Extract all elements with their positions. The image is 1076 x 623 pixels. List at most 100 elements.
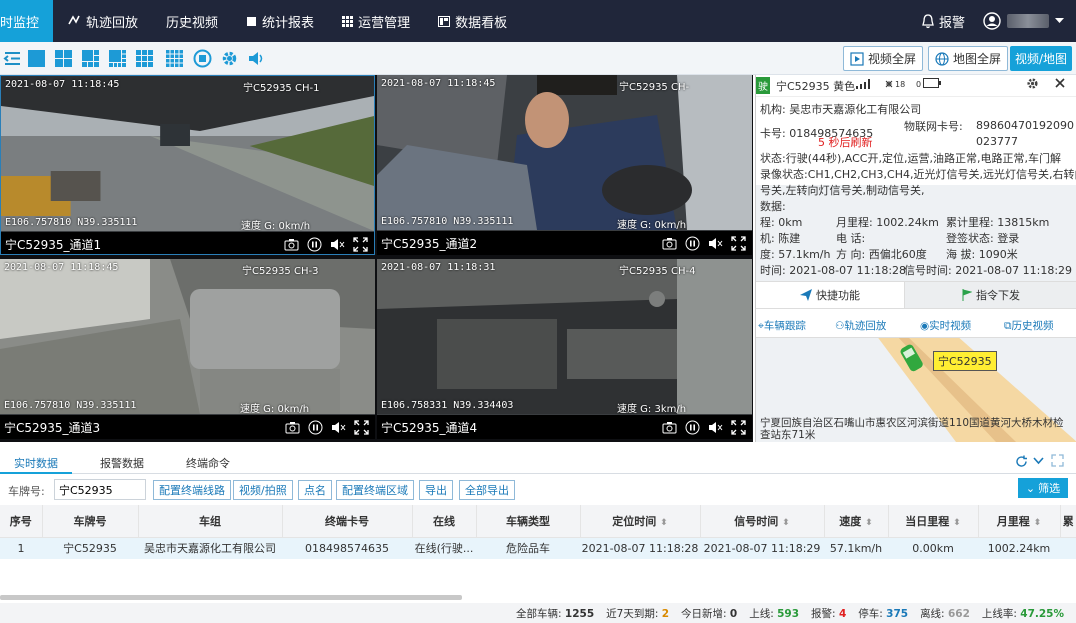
history-video-icon: ⧉ bbox=[1004, 320, 1012, 332]
month-value: 1002.24km bbox=[876, 216, 939, 229]
nav-statistics[interactable]: 统计报表 bbox=[232, 0, 328, 42]
close-icon[interactable] bbox=[1054, 77, 1066, 89]
config-area-button[interactable]: 配置终端区域 bbox=[336, 480, 414, 500]
layout-8-icon[interactable] bbox=[108, 49, 127, 68]
mute-icon[interactable] bbox=[331, 420, 346, 435]
tab-realtime-data[interactable]: 实时数据 bbox=[14, 455, 58, 471]
iot-label: 物联网卡号: bbox=[904, 120, 963, 133]
video-tile-3[interactable]: 2021-08-07 11:18:45 宁C52935 CH-3 E106.75… bbox=[0, 259, 375, 439]
link-realtime-label: 实时视频 bbox=[929, 320, 972, 332]
status-row: 状态:行驶(44秒),ACC开,定位,运营,油路正常,电路正常,车门解 bbox=[760, 150, 1061, 166]
video-tile-2[interactable]: 2021-08-07 11:18:45 宁C52935 CH- E106.757… bbox=[377, 75, 752, 255]
expand-icon[interactable] bbox=[1051, 454, 1064, 467]
col-total: 累 bbox=[1060, 505, 1076, 538]
stat-new: 今日新增: 0 bbox=[681, 606, 737, 621]
sort-icon: ⬍ bbox=[782, 517, 790, 528]
video-snapshot-button[interactable]: 视频/拍照 bbox=[233, 480, 293, 500]
col-day-mileage[interactable]: 当日里程 ⬍ bbox=[888, 505, 979, 538]
col-online: 在线 bbox=[412, 505, 477, 538]
channel-name: 宁C52935_通道4 bbox=[381, 420, 478, 435]
tab-quick-functions[interactable]: 快捷功能 bbox=[756, 281, 904, 308]
snapshot-icon[interactable] bbox=[662, 420, 677, 435]
tab-alarm-data[interactable]: 报警数据 bbox=[100, 455, 144, 471]
collapse-list-icon[interactable] bbox=[3, 49, 22, 68]
link-track[interactable]: ⌖车辆跟踪 bbox=[758, 318, 806, 333]
pause-icon[interactable] bbox=[685, 420, 700, 435]
login-value: 登录 bbox=[997, 232, 1020, 245]
pause-icon[interactable] bbox=[307, 237, 322, 252]
channel-overlay: 宁C52935 CH-4 bbox=[619, 266, 696, 277]
nav-operations[interactable]: 运营管理 bbox=[328, 0, 424, 42]
roll-call-button[interactable]: 点名 bbox=[298, 480, 332, 500]
col-month-mileage[interactable]: 月里程 ⬍ bbox=[978, 505, 1061, 538]
link-realtime[interactable]: ◉实时视频 bbox=[920, 318, 971, 333]
data-panel: 实时数据 报警数据 终端命令 车牌号: 配置终端线路 视频/拍照 点名 配置终端… bbox=[0, 450, 1076, 623]
filter-button[interactable]: ⌄ 筛选 bbox=[1018, 478, 1068, 498]
gear-icon[interactable] bbox=[220, 49, 239, 68]
total-value: 13815km bbox=[997, 216, 1050, 229]
fullscreen-icon[interactable] bbox=[353, 236, 368, 252]
config-route-button[interactable]: 配置终端线路 bbox=[153, 480, 231, 500]
link-playback[interactable]: ⚇轨迹回放 bbox=[835, 318, 886, 333]
flag-icon bbox=[962, 289, 972, 301]
vehicle-info-panel: 驶 宁C52935 黄色 18 0 机构: 吴忠市天嘉源化工有限公司 卡号: 0… bbox=[755, 75, 1076, 442]
horizontal-scrollbar[interactable] bbox=[0, 595, 462, 600]
nav-track-playback[interactable]: 轨迹回放 bbox=[53, 0, 152, 42]
status-bar: 全部车辆: 1255 近7天到期: 2 今日新增: 0 上线: 593 报警: … bbox=[0, 603, 1076, 623]
vehicle-marker-icon[interactable] bbox=[900, 340, 928, 380]
fullscreen-icon[interactable] bbox=[354, 419, 369, 435]
snapshot-icon[interactable] bbox=[285, 420, 300, 435]
video-tile-4[interactable]: 2021-08-07 11:18:31 宁C52935 CH-4 E106.75… bbox=[377, 259, 752, 439]
video-fullscreen-button[interactable]: 视频全屏 bbox=[843, 46, 924, 71]
nav-history-video[interactable]: 历史视频 bbox=[152, 0, 232, 42]
snapshot-icon[interactable] bbox=[284, 237, 299, 252]
fullscreen-icon[interactable] bbox=[731, 235, 746, 251]
settings-gear-icon[interactable] bbox=[1026, 77, 1039, 90]
tab-terminal-command[interactable]: 终端命令 bbox=[186, 455, 230, 471]
alarm-button[interactable]: 报警 bbox=[921, 12, 965, 31]
nav-realtime-monitor[interactable]: 时监控 bbox=[0, 0, 54, 42]
chevron-down-icon[interactable] bbox=[1033, 457, 1044, 465]
layout-9-icon[interactable] bbox=[135, 49, 154, 68]
table-row[interactable]: 1 宁C52935 吴忠市天嘉源化工有限公司 018498574635 在线(行… bbox=[0, 537, 1076, 559]
mute-icon[interactable] bbox=[330, 237, 345, 252]
driver-value: 陈建 bbox=[778, 232, 801, 245]
volume-icon[interactable] bbox=[247, 49, 266, 68]
video-map-button[interactable]: 视频/地图 bbox=[1010, 46, 1072, 71]
map-fullscreen-button[interactable]: 地图全屏 bbox=[928, 46, 1009, 71]
locate-time-row: 时间: 2021-08-07 11:18:28 bbox=[760, 262, 906, 278]
pause-icon[interactable] bbox=[685, 236, 700, 251]
export-all-button[interactable]: 全部导出 bbox=[459, 480, 515, 500]
user-menu[interactable] bbox=[983, 12, 1064, 30]
pause-icon[interactable] bbox=[308, 420, 323, 435]
refresh-icon[interactable] bbox=[1015, 455, 1028, 468]
phone-row: 电 话: bbox=[836, 232, 866, 245]
tab-command[interactable]: 指令下发 bbox=[904, 281, 1076, 308]
filter-label: 筛选 bbox=[1038, 482, 1061, 495]
video-tile-1[interactable]: 2021-08-07 11:18:45 宁C52935 CH-1 E106.75… bbox=[0, 75, 375, 255]
layout-4-icon[interactable] bbox=[54, 49, 73, 68]
total-label: 累计里程: bbox=[946, 216, 994, 229]
plate-input[interactable] bbox=[54, 479, 146, 500]
nav-dashboard[interactable]: 数据看板 bbox=[424, 0, 521, 42]
route-icon bbox=[68, 15, 80, 25]
col-speed[interactable]: 速度 ⬍ bbox=[824, 505, 889, 538]
bell-icon bbox=[922, 13, 934, 28]
layout-16-icon[interactable] bbox=[165, 49, 184, 68]
fullscreen-icon[interactable] bbox=[731, 419, 746, 435]
layout-1-icon[interactable] bbox=[27, 49, 46, 68]
mute-icon[interactable] bbox=[708, 236, 723, 251]
mute-icon[interactable] bbox=[708, 420, 723, 435]
video-tile-bar: 宁C52935_通道1 bbox=[1, 232, 374, 254]
export-button[interactable]: 导出 bbox=[419, 480, 453, 500]
col-signal-time[interactable]: 信号时间 ⬍ bbox=[700, 505, 825, 538]
speed-label: 度: bbox=[760, 248, 775, 261]
col-locate-time[interactable]: 定位时间 ⬍ bbox=[580, 505, 701, 538]
refresh-countdown: 5 秒后刷新 bbox=[818, 136, 873, 149]
snapshot-icon[interactable] bbox=[662, 236, 677, 251]
altitude-row: 海 拔: 1090米 bbox=[946, 246, 1018, 262]
link-history[interactable]: ⧉历史视频 bbox=[1004, 318, 1054, 333]
layout-6-icon[interactable] bbox=[81, 49, 100, 68]
stop-all-icon[interactable] bbox=[193, 49, 212, 68]
iot-value: 89860470192090023777 bbox=[976, 119, 1074, 148]
